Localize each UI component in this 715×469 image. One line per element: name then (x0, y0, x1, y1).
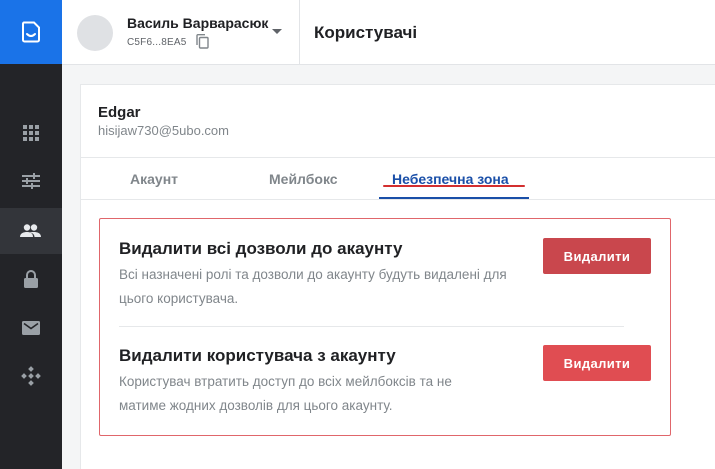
divider (81, 157, 715, 158)
sidebar (0, 0, 62, 469)
annotation-underline (383, 185, 525, 187)
remove-user-title: Видалити користувача з акаунту (119, 346, 396, 365)
sidebar-item-settings[interactable] (0, 158, 62, 204)
app-logo[interactable] (0, 0, 62, 64)
user-name: Edgar (98, 104, 141, 121)
users-icon (20, 224, 41, 237)
sidebar-item-dashboard[interactable] (0, 110, 62, 156)
lock-icon (24, 270, 38, 288)
sidebar-item-integrations[interactable] (0, 353, 62, 399)
danger-zone-panel: Видалити всі дозволи до акаунту Всі назн… (99, 218, 671, 436)
topbar: Василь Варварасюк C5F6...8EA5 Користувач… (62, 0, 715, 65)
tab-account[interactable]: Акаунт (130, 171, 178, 187)
sidebar-item-security[interactable] (0, 256, 62, 302)
remove-user-description: Користувач втратить доступ до всіх мейлб… (119, 374, 452, 413)
remove-user-button[interactable]: Видалити (543, 345, 651, 381)
remove-permissions-description: Всі назначені ролі та дозволи до акаунту… (119, 267, 507, 306)
page-title: Користувачі (314, 23, 418, 42)
grid-icon (23, 125, 39, 141)
app-logo-icon (22, 21, 40, 43)
divider (119, 326, 624, 327)
remove-permissions-title: Видалити всі дозволи до акаунту (119, 239, 403, 258)
avatar (77, 15, 113, 51)
user-detail-card: Edgar hisijaw730@5ubo.com Акаунт Мейлбок… (80, 84, 715, 469)
sidebar-item-users[interactable] (0, 208, 62, 254)
tab-mailbox[interactable]: Мейлбокс (269, 171, 338, 187)
integrations-icon (21, 366, 41, 386)
account-name: Василь Варварасюк (127, 15, 269, 31)
remove-permissions-button[interactable]: Видалити (543, 238, 651, 274)
mail-icon (22, 321, 40, 335)
sidebar-item-mail[interactable] (0, 305, 62, 351)
chevron-down-icon[interactable] (272, 29, 282, 34)
copy-icon[interactable] (196, 34, 209, 49)
divider (81, 199, 715, 200)
account-id: C5F6...8EA5 (127, 37, 187, 48)
sliders-icon (22, 173, 40, 189)
account-switcher[interactable]: Василь Варварасюк C5F6...8EA5 (62, 0, 300, 64)
user-email: hisijaw730@5ubo.com (98, 123, 229, 138)
